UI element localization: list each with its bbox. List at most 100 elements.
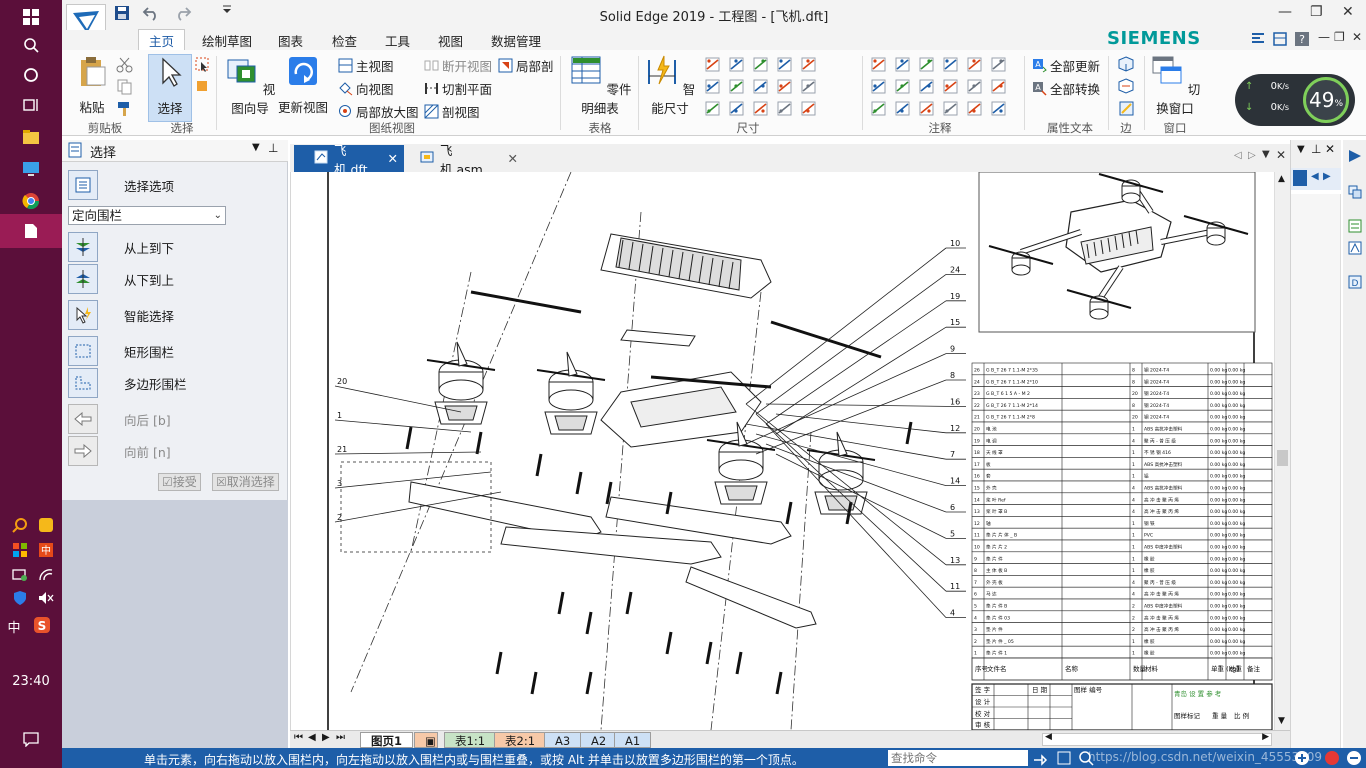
edge-cube-icon[interactable]	[1118, 56, 1135, 73]
back-button[interactable]: 向后 [b]	[68, 404, 171, 434]
dimension-tool-icon[interactable]	[776, 100, 793, 117]
title-block[interactable]: 签 字 日 期设 计校 对审 核 图样 编号 青岛 设 置 参 考图样标记 重 量比 例	[971, 683, 1273, 731]
deselect-button[interactable]: ☒取消选择	[212, 473, 279, 491]
first-sheet-icon[interactable]: ⏮	[294, 732, 303, 743]
chrome-icon[interactable]	[0, 184, 62, 218]
close-tab-icon[interactable]: ✕	[388, 151, 398, 166]
annotation-tool-icon[interactable]	[870, 78, 887, 95]
annotation-tool-icon[interactable]	[942, 78, 959, 95]
taskbar-clock[interactable]: 23:40	[0, 674, 62, 689]
zoom-icon[interactable]	[1078, 750, 1094, 768]
minimize-button[interactable]: —	[1278, 4, 1292, 20]
pane-menu-icon[interactable]: ▼	[252, 142, 260, 153]
aux-view-button[interactable]: 向视图	[338, 79, 394, 98]
sogou-icon[interactable]: S	[32, 615, 52, 635]
doc-tab-asm[interactable]: 飞机.asm ✕	[414, 143, 524, 177]
new-sheet-tab[interactable]: ▣	[414, 732, 438, 748]
select-button[interactable]: 选择	[148, 54, 192, 122]
close-all-tabs-icon[interactable]: ✕	[1276, 148, 1286, 162]
dimension-tool-icon[interactable]	[704, 78, 721, 95]
notification-icon[interactable]	[0, 722, 62, 756]
copy-icon[interactable]	[116, 78, 133, 95]
parts-list-button[interactable]: 零件明细表	[568, 54, 632, 117]
tray-network-icon[interactable]	[10, 565, 30, 585]
drawing-canvas[interactable]: 10 24 19 15 9 8 16 12 7 14 6 5 13 11 4 20 1 21 3 2 26 G B_T …	[290, 171, 1275, 731]
local-section-button[interactable]: 局部剖	[498, 56, 554, 75]
scroll-thumb[interactable]	[1277, 450, 1288, 466]
annotation-tool-icon[interactable]	[870, 100, 887, 117]
dimension-tool-icon[interactable]	[776, 56, 793, 73]
tray-ime-icon[interactable]: 中	[36, 540, 56, 560]
tab-scroll-left-icon[interactable]: ◁	[1234, 150, 1242, 161]
dimension-tool-icon[interactable]	[752, 56, 769, 73]
dimension-tool-icon[interactable]	[704, 56, 721, 73]
accept-button[interactable]: ☑接受	[158, 473, 201, 491]
library-icon[interactable]	[1347, 148, 1363, 167]
update-all-button[interactable]: A 全部更新	[1032, 56, 1100, 75]
broken-view-button[interactable]: 断开视图	[424, 56, 492, 75]
forward-button[interactable]: 向前 [n]	[68, 436, 171, 466]
cortana-icon[interactable]	[0, 58, 62, 92]
zoom-out-icon[interactable]	[1346, 750, 1362, 768]
select-options-button[interactable]: 选择选项	[68, 170, 174, 200]
task-view-icon[interactable]	[0, 88, 62, 122]
sheet-tab-a3[interactable]: A3	[544, 732, 582, 748]
dimension-tool-icon[interactable]	[728, 78, 745, 95]
polygon-fence-button[interactable]: 多边形围栏	[68, 368, 187, 398]
network-speed-widget[interactable]: ↑ 0K/s ↓ 0K/s 49%	[1235, 74, 1355, 126]
tab-inspect[interactable]: 检查	[332, 31, 357, 50]
docked-prev-icon[interactable]: ◀	[1311, 171, 1319, 182]
panel-close-icon[interactable]: ✕	[1325, 142, 1335, 156]
scroll-right-icon[interactable]: ▶	[1262, 732, 1269, 742]
annotation-tool-icon[interactable]	[894, 56, 911, 73]
detail-view-button[interactable]: 局部放大图	[338, 102, 419, 121]
sheet-tab-table-1[interactable]: 表1:1	[444, 732, 497, 748]
annotation-tool-icon[interactable]	[990, 78, 1007, 95]
prev-sheet-icon[interactable]: ◀	[308, 732, 316, 743]
last-sheet-icon[interactable]: ⏭	[336, 732, 345, 743]
feature-icon[interactable]	[1347, 240, 1363, 259]
top-down-button[interactable]: 从上到下	[68, 232, 174, 262]
annotation-tool-icon[interactable]	[918, 78, 935, 95]
dimension-tool-icon[interactable]	[800, 100, 817, 117]
annotation-tool-icon[interactable]	[894, 100, 911, 117]
tray-shield-icon[interactable]	[10, 540, 30, 560]
dimension-tool-icon[interactable]	[728, 56, 745, 73]
cutting-plane-button[interactable]: 切割平面	[424, 79, 492, 98]
edge-style-icon[interactable]	[1118, 100, 1135, 117]
annotation-tool-icon[interactable]	[966, 100, 983, 117]
annotation-tool-icon[interactable]	[966, 56, 983, 73]
doc-tab-dft[interactable]: 飞机.dft ✕	[294, 143, 404, 177]
sheet-tab-a1[interactable]: A1	[614, 732, 652, 748]
smart-dimension-button[interactable]: 智能尺寸	[644, 54, 696, 117]
dimension-tool-icon[interactable]	[728, 100, 745, 117]
dimension-tool-icon[interactable]	[800, 56, 817, 73]
defender-shield-icon[interactable]	[10, 588, 30, 608]
panel-pin-icon[interactable]: ⊥	[1311, 142, 1321, 156]
properties-icon[interactable]	[1347, 218, 1363, 237]
drawing-sheet[interactable]: 1024191598161271465131142012132 26 G B_T …	[291, 171, 1275, 731]
select-filter-icon[interactable]	[194, 78, 211, 95]
tab-scroll-right-icon[interactable]: ▷	[1248, 150, 1256, 161]
record-stop-icon[interactable]	[1324, 750, 1340, 768]
close-button[interactable]: ✕	[1342, 4, 1354, 20]
docked-panel-icon[interactable]	[1293, 170, 1307, 186]
scroll-down-icon[interactable]: ▼	[1278, 716, 1285, 726]
scroll-up-icon[interactable]: ▲	[1278, 174, 1285, 184]
rectangle-fence-button[interactable]: 矩形围栏	[68, 336, 174, 366]
annotation-tool-icon[interactable]	[894, 78, 911, 95]
layers-icon[interactable]	[1347, 184, 1363, 203]
dimension-tool-icon[interactable]	[752, 100, 769, 117]
vertical-scrollbar[interactable]: ▲ ▼	[1274, 172, 1290, 730]
ime-indicator[interactable]: 中	[4, 616, 24, 636]
sheet-tab-a2[interactable]: A2	[580, 732, 618, 748]
annotation-tool-icon[interactable]	[918, 56, 935, 73]
dimension-tool-icon[interactable]	[704, 100, 721, 117]
restore-button[interactable]: ❐	[1310, 4, 1323, 20]
fence-mode-select[interactable]: 定向围栏 ⌄	[68, 206, 226, 225]
update-views-button[interactable]: 更新视图	[278, 54, 328, 116]
tray-app-icon[interactable]	[36, 515, 56, 535]
convert-all-button[interactable]: A 全部转换	[1032, 79, 1100, 98]
find-command-input[interactable]	[888, 750, 1028, 766]
annotation-tool-icon[interactable]	[942, 56, 959, 73]
